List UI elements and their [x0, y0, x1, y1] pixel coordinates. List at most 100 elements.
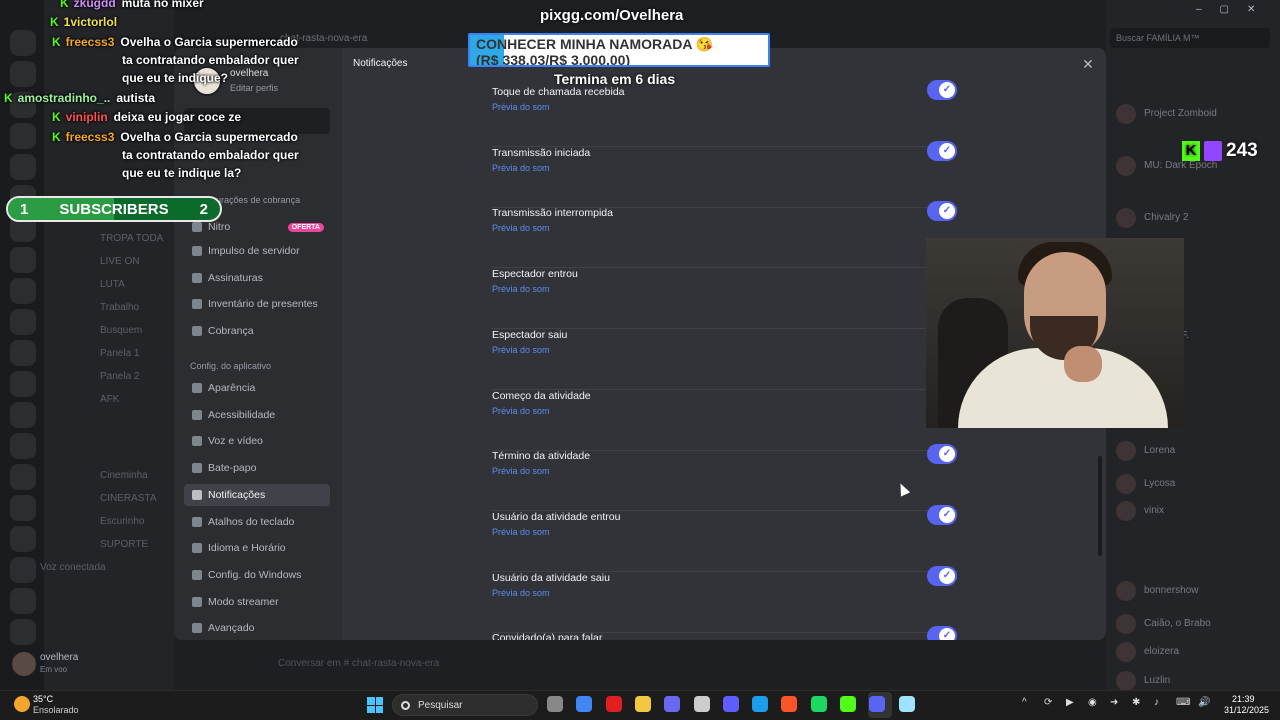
taskbar-app-icon[interactable] — [898, 696, 915, 712]
sidebar-item[interactable]: Avançado — [184, 617, 330, 639]
member-name[interactable]: Project Zomboid — [1144, 108, 1217, 119]
channel-item[interactable]: LUTA — [100, 279, 125, 290]
tray-icon[interactable]: ⟳ — [1044, 697, 1052, 708]
tray-icon[interactable]: ✱ — [1132, 697, 1140, 708]
channel-item[interactable]: AFK — [100, 394, 119, 405]
start-button[interactable] — [367, 697, 383, 713]
member-avatar[interactable] — [1116, 642, 1136, 662]
channel-item[interactable]: TROPA TODA — [100, 233, 163, 244]
sound-preview-link[interactable]: Prévia do som — [492, 284, 550, 294]
sound-preview-link[interactable]: Prévia do som — [492, 588, 550, 598]
close-icon[interactable]: ✕ — [1080, 56, 1096, 72]
tray-icon[interactable]: ➜ — [1110, 697, 1118, 708]
sound-toggle[interactable] — [927, 140, 957, 161]
user-avatar[interactable] — [12, 652, 36, 676]
clock-time[interactable]: 21:39 — [1232, 694, 1255, 704]
sidebar-item[interactable]: Config. do Windows — [184, 564, 330, 586]
member-avatar[interactable] — [1116, 614, 1136, 634]
channel-item[interactable]: LIVE ON — [100, 256, 139, 267]
channel-item[interactable]: Busquem — [100, 325, 142, 336]
channel-item[interactable]: Voz conectada — [40, 562, 106, 573]
member-name[interactable]: Lycosa — [1144, 478, 1175, 489]
member-avatar[interactable] — [1116, 501, 1136, 521]
weather-icon[interactable] — [14, 696, 30, 712]
tray-icon[interactable]: ▶ — [1066, 697, 1074, 708]
sound-toggle[interactable] — [927, 504, 957, 525]
member-name[interactable]: Lorena — [1144, 445, 1175, 456]
channel-item[interactable]: Cineminha — [100, 470, 148, 481]
sound-toggle[interactable] — [927, 80, 957, 100]
sound-preview-link[interactable]: Prévia do som — [492, 102, 550, 112]
tray-icon[interactable]: ^ — [1022, 697, 1027, 708]
member-name[interactable]: bonnershow — [1144, 585, 1198, 596]
server-icon[interactable] — [10, 588, 36, 614]
member-avatar[interactable] — [1116, 208, 1136, 228]
channel-item[interactable]: Panela 1 — [100, 348, 139, 359]
server-icon[interactable] — [10, 123, 36, 149]
sound-preview-link[interactable]: Prévia do som — [492, 527, 550, 537]
sound-preview-link[interactable]: Prévia do som — [492, 223, 550, 233]
sound-preview-link[interactable]: Prévia do som — [492, 406, 550, 416]
sidebar-item[interactable]: Impulso de servidor — [184, 240, 330, 262]
server-icon[interactable] — [10, 495, 36, 521]
sound-preview-link[interactable]: Prévia do som — [492, 466, 550, 476]
server-search-input[interactable]: Buscar FAMÍLIA M™ — [1110, 28, 1270, 48]
member-avatar[interactable] — [1116, 581, 1136, 601]
sound-toggle[interactable] — [927, 444, 957, 465]
tray-icon[interactable]: ♪ — [1154, 697, 1159, 708]
taskbar-app-icon[interactable] — [634, 696, 651, 712]
server-icon[interactable] — [10, 247, 36, 273]
server-icon[interactable] — [10, 371, 36, 397]
scrollbar[interactable] — [1098, 456, 1102, 556]
edit-profiles-link[interactable]: Editar perfis — [230, 83, 278, 93]
taskbar-app-icon[interactable] — [840, 696, 856, 712]
sound-preview-link[interactable]: Prévia do som — [492, 345, 550, 355]
server-icon[interactable] — [10, 154, 36, 180]
member-name[interactable]: Chivalry 2 — [1144, 212, 1188, 223]
sound-preview-link[interactable]: Prévia do som — [492, 163, 550, 173]
channel-item[interactable]: SUPORTE — [100, 539, 148, 550]
tray-icon[interactable]: ◉ — [1088, 697, 1097, 708]
sidebar-item[interactable]: Acessibilidade — [184, 404, 330, 426]
sidebar-item[interactable]: Cobrança — [184, 320, 330, 342]
sound-toggle[interactable] — [927, 565, 957, 586]
member-avatar[interactable] — [1116, 474, 1136, 494]
member-avatar[interactable] — [1116, 156, 1136, 176]
server-icon[interactable] — [10, 30, 36, 56]
server-icon[interactable] — [10, 340, 36, 366]
clock-date[interactable]: 31/12/2025 — [1224, 705, 1269, 715]
member-avatar[interactable] — [1116, 441, 1136, 461]
sidebar-item[interactable]: Bate-papo — [184, 457, 330, 479]
taskbar-app-icon[interactable] — [693, 696, 710, 712]
server-icon[interactable] — [10, 464, 36, 490]
taskbar-app-icon[interactable] — [869, 696, 886, 712]
member-name[interactable]: vinix — [1144, 505, 1164, 516]
taskbar-app-icon[interactable] — [576, 696, 593, 712]
sidebar-item[interactable]: Atalhos do teclado — [184, 511, 330, 533]
sidebar-item[interactable]: Idioma e Horário — [184, 537, 330, 559]
server-icon[interactable] — [10, 557, 36, 583]
taskbar-app-icon[interactable] — [664, 696, 681, 712]
member-name[interactable]: eloizera — [1144, 646, 1179, 657]
server-icon[interactable] — [10, 433, 36, 459]
server-icon[interactable] — [10, 309, 36, 335]
sidebar-item[interactable]: Aparência — [184, 377, 330, 399]
sidebar-item[interactable]: Modo streamer — [184, 591, 330, 613]
member-avatar[interactable] — [1116, 671, 1136, 691]
member-name[interactable]: Caião, o Brabo — [1144, 618, 1211, 629]
tray-icon[interactable]: 🔊 — [1198, 697, 1210, 708]
server-icon[interactable] — [10, 619, 36, 645]
window-controls[interactable]: –▢✕ — [1196, 4, 1273, 15]
server-icon[interactable] — [10, 402, 36, 428]
server-icon[interactable] — [10, 278, 36, 304]
taskbar-app-icon[interactable] — [781, 696, 798, 712]
taskbar-app-icon[interactable] — [722, 696, 739, 712]
taskbar-app-icon[interactable] — [810, 696, 827, 712]
sidebar-item[interactable]: Assinaturas — [184, 267, 330, 289]
sound-toggle[interactable] — [927, 626, 957, 640]
member-name[interactable]: Luzlin — [1144, 675, 1170, 686]
taskbar-app-icon[interactable] — [547, 696, 563, 712]
channel-item[interactable]: Escurinho — [100, 516, 144, 527]
member-avatar[interactable] — [1116, 104, 1136, 124]
sidebar-item[interactable]: Inventário de presentes — [184, 293, 330, 315]
